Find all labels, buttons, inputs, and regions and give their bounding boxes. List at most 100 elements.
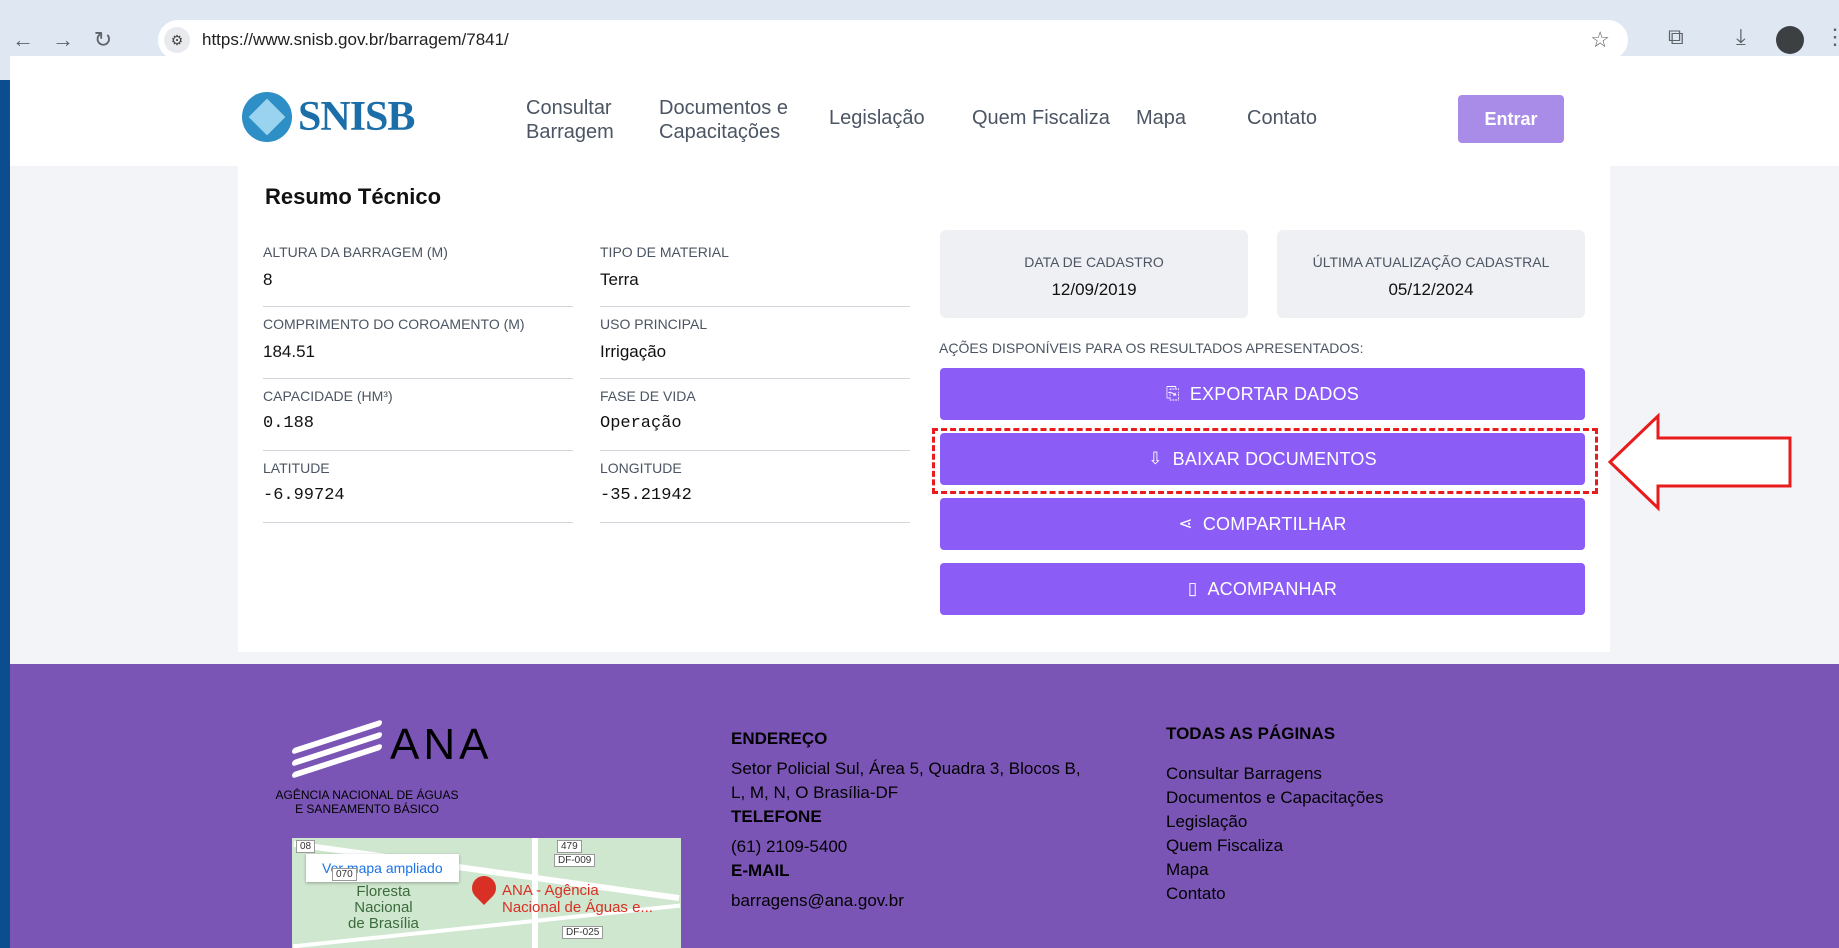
field-label: ALTURA DA BARRAGEM (M) — [263, 244, 448, 260]
compartilhar-button[interactable]: ⋖ COMPARTILHAR — [940, 498, 1585, 550]
ultima-atualizacao-box: ÚLTIMA ATUALIZAÇÃO CADASTRAL 05/12/2024 — [1277, 230, 1585, 318]
field-capacidade: CAPACIDADE (HM³) 0.188 — [263, 388, 573, 451]
download-icon[interactable]: ⤓ — [1736, 24, 1746, 50]
field-label: CAPACIDADE (HM³) — [263, 388, 393, 404]
endereco-heading: ENDEREÇO — [731, 729, 828, 748]
export-icon: ⎘ — [1166, 384, 1180, 403]
footer-link-quem-fiscaliza[interactable]: Quem Fiscaliza — [1166, 834, 1486, 858]
footer-link-legislacao[interactable]: Legislação — [1166, 810, 1486, 834]
snisb-logo-mark — [242, 92, 292, 142]
map-place-label: Floresta Nacional de Brasília — [348, 883, 419, 932]
divider — [263, 306, 573, 307]
menu-kebab-icon[interactable]: ⋮ — [1824, 24, 1839, 50]
field-label: COMPRIMENTO DO COROAMENTO (M) — [263, 316, 525, 332]
footer-link-documentos[interactable]: Documentos e Capacitações — [1166, 786, 1486, 810]
map-pin-icon[interactable] — [467, 871, 501, 905]
telefone-heading: TELEFONE — [731, 807, 822, 826]
nav-contato[interactable]: Contato — [1247, 107, 1317, 130]
telefone-text: (61) 2109-5400 — [731, 837, 848, 856]
pointer-arrow-icon — [1607, 412, 1792, 512]
divider — [263, 450, 573, 451]
acoes-label: AÇÕES DISPONÍVEIS PARA OS RESULTADOS APR… — [939, 340, 1364, 356]
acompanhar-label: ACOMPANHAR — [1207, 578, 1338, 599]
divider — [263, 378, 573, 379]
field-value: Terra — [600, 270, 639, 289]
bookmark-star-icon[interactable]: ☆ — [1590, 27, 1610, 53]
embedded-map[interactable]: Ver mapa ampliado Floresta Nacional de B… — [292, 838, 681, 948]
exportar-label: EXPORTAR DADOS — [1189, 383, 1359, 404]
data-cadastro-box: DATA DE CADASTRO 12/09/2019 — [940, 230, 1248, 318]
field-uso: USO PRINCIPAL Irrigação — [600, 316, 910, 379]
field-value: Irrigação — [600, 342, 667, 361]
field-label: LATITUDE — [263, 460, 330, 476]
back-icon[interactable]: ← — [6, 23, 40, 57]
email-text[interactable]: barragens@ana.gov.br — [731, 889, 1131, 913]
field-value: -6.99724 — [263, 486, 345, 505]
ver-mapa-ampliado-link[interactable]: Ver mapa ampliado — [306, 854, 459, 882]
field-comprimento: COMPRIMENTO DO COROAMENTO (M) 184.51 — [263, 316, 573, 379]
email-heading: E-MAIL — [731, 861, 790, 880]
nav-mapa[interactable]: Mapa — [1136, 107, 1186, 130]
url-text[interactable]: https://www.snisb.gov.br/barragem/7841/ — [202, 30, 509, 50]
field-label: TIPO DE MATERIAL — [600, 244, 729, 260]
ana-logo-subtitle: AGÊNCIA NACIONAL DE ÁGUAS E SANEAMENTO B… — [275, 788, 459, 816]
divider — [600, 306, 910, 307]
highlight-dashed-box — [932, 428, 1598, 494]
footer-link-consultar[interactable]: Consultar Barragens — [1166, 762, 1486, 786]
footer-link-contato[interactable]: Contato — [1166, 882, 1486, 906]
field-value: -35.21942 — [600, 486, 692, 505]
ana-wave-icon — [292, 719, 382, 779]
field-label: USO PRINCIPAL — [600, 316, 708, 332]
nav-quem-fiscaliza[interactable]: Quem Fiscaliza — [972, 107, 1110, 130]
reload-icon[interactable]: ↻ — [86, 23, 120, 57]
field-value: Operação — [600, 414, 682, 433]
road-tag: 08 — [296, 840, 316, 853]
road-tag: 070 — [332, 868, 357, 881]
exportar-dados-button[interactable]: ⎘ EXPORTAR DADOS — [940, 368, 1585, 420]
section-title: Resumo Técnico — [265, 184, 442, 209]
snisb-logo-text: SNISB — [298, 94, 415, 140]
nav-documentos[interactable]: Documentos e Capacitações — [659, 96, 788, 144]
site-info-icon[interactable]: ⚙ — [164, 27, 190, 53]
field-fase: FASE DE VIDA Operação — [600, 388, 910, 451]
footer-pages: TODAS AS PÁGINAS Consultar Barragens Doc… — [1166, 722, 1486, 906]
forward-icon[interactable]: → — [46, 23, 80, 57]
login-button[interactable]: Entrar — [1458, 95, 1564, 143]
ultima-atualizacao-label: ÚLTIMA ATUALIZAÇÃO CADASTRAL — [1312, 254, 1550, 270]
map-pin-label: ANA - Agência Nacional de Águas e... — [502, 882, 653, 916]
divider — [263, 522, 573, 523]
footer-contact: ENDEREÇO Setor Policial Sul, Área 5, Qua… — [731, 727, 1131, 913]
divider — [600, 522, 910, 523]
divider — [600, 378, 910, 379]
road-tag: DF-025 — [562, 926, 604, 939]
field-altura: ALTURA DA BARRAGEM (M) 8 — [263, 244, 573, 307]
ultima-atualizacao-value: 05/12/2024 — [1388, 280, 1474, 299]
share-icon: ⋖ — [1178, 514, 1193, 533]
field-longitude: LONGITUDE -35.21942 — [600, 460, 910, 523]
field-material: TIPO DE MATERIAL Terra — [600, 244, 910, 307]
todas-paginas-heading: TODAS AS PÁGINAS — [1166, 724, 1336, 743]
endereco-text: Setor Policial Sul, Área 5, Quadra 3, Bl… — [731, 759, 1081, 802]
divider — [600, 450, 910, 451]
acompanhar-button[interactable]: ▯ ACOMPANHAR — [940, 563, 1585, 615]
field-value: 0.188 — [263, 414, 315, 433]
ana-logo[interactable]: ANA AGÊNCIA NACIONAL DE ÁGUAS E SANEAMEN… — [262, 718, 502, 818]
data-cadastro-label: DATA DE CADASTRO — [1024, 254, 1164, 270]
field-label: FASE DE VIDA — [600, 388, 696, 404]
nav-legislacao[interactable]: Legislação — [829, 107, 925, 130]
field-value: 8 — [263, 270, 273, 289]
address-bar[interactable]: ⚙ https://www.snisb.gov.br/barragem/7841… — [158, 20, 1628, 60]
snisb-logo[interactable]: SNISB — [242, 92, 415, 142]
footer-link-mapa[interactable]: Mapa — [1166, 858, 1486, 882]
extensions-icon[interactable]: ⧉ — [1668, 24, 1684, 50]
field-value: 184.51 — [263, 342, 315, 361]
road-tag: 479 — [557, 840, 582, 853]
ana-logo-text: ANA — [390, 720, 493, 769]
vibrate-icon: ▯ — [1187, 579, 1198, 598]
road-tag: DF-009 — [554, 854, 596, 867]
nav-consultar-barragem[interactable]: Consultar Barragem — [526, 96, 614, 144]
compartilhar-label: COMPARTILHAR — [1202, 513, 1347, 534]
data-cadastro-value: 12/09/2019 — [1051, 280, 1137, 299]
field-latitude: LATITUDE -6.99724 — [263, 460, 573, 523]
profile-avatar[interactable] — [1776, 26, 1804, 54]
